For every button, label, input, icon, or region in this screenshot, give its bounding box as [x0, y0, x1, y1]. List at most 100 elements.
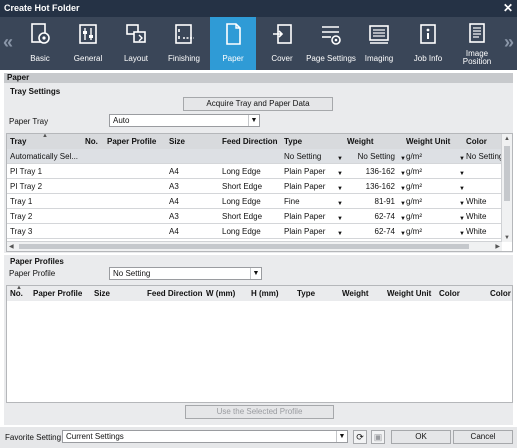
tab-imaging[interactable]: Imaging — [356, 17, 402, 70]
weight-dropdown[interactable]: 136-162 ▼ — [347, 165, 407, 177]
weight-unit-dropdown[interactable]: g/m² ▼ — [406, 225, 466, 237]
type-dropdown[interactable]: Plain Paper ▼ — [284, 165, 344, 177]
sort-asc-icon: ▲ — [42, 133, 48, 139]
col-type[interactable]: Type — [284, 137, 302, 146]
col-paper-profile[interactable]: Paper Profile — [107, 137, 156, 146]
col-no[interactable]: No. — [10, 289, 23, 298]
finishing-icon — [175, 24, 194, 44]
profiles-table-header: ▲ No. Paper Profile Size Feed Direction … — [7, 286, 512, 301]
col-height-mm[interactable]: H (mm) — [251, 289, 279, 298]
cell-color: No Setting — [466, 152, 504, 161]
tab-layout[interactable]: Layout — [113, 17, 159, 70]
tab-general[interactable]: General — [65, 17, 111, 70]
col-color[interactable]: Color — [466, 137, 487, 146]
weight-dropdown[interactable]: No Setting ▼ — [347, 150, 407, 162]
weight-dropdown[interactable]: 62-74 ▼ — [347, 225, 407, 237]
hscroll-thumb[interactable] — [19, 244, 469, 249]
cover-icon — [273, 24, 292, 44]
tray-settings-title: Tray Settings — [10, 87, 61, 96]
footer-bar: Favorite Setting Current Settings ▼ ⟳ ▣ … — [0, 427, 517, 448]
window-title: Create Hot Folder — [4, 3, 80, 13]
table-row[interactable]: PI Tray 2 A3 Short Edge Plain Paper ▼ 136-162… — [7, 179, 512, 194]
title-bar: Create Hot Folder ✕ — [0, 0, 517, 17]
type-dropdown[interactable]: Plain Paper ▼ — [284, 225, 344, 237]
col-tray[interactable]: Tray — [10, 137, 26, 146]
col-type[interactable]: Type — [297, 289, 315, 298]
cancel-button[interactable]: Cancel — [453, 430, 513, 444]
cell-feed-direction: Short Edge — [222, 212, 263, 221]
col-paper-profile[interactable]: Paper Profile — [33, 289, 82, 298]
acquire-tray-button[interactable]: Acquire Tray and Paper Data — [183, 97, 333, 111]
job-info-icon — [420, 24, 436, 44]
tab-job-info[interactable]: Job Info — [405, 17, 451, 70]
tab-cover[interactable]: Cover — [259, 17, 305, 70]
type-dropdown-value: Plain Paper — [284, 212, 326, 221]
scroll-left-small-icon[interactable]: ◀ — [9, 243, 14, 250]
weight-dropdown-value: 62-74 — [374, 227, 395, 236]
paper-tray-select[interactable]: Auto ▼ — [109, 114, 260, 127]
col-no[interactable]: No. — [85, 137, 98, 146]
tray-table-header: ▲ Tray No. Paper Profile Size Feed Direc… — [7, 134, 512, 149]
col-feed-direction[interactable]: Feed Direction — [147, 289, 203, 298]
settings-toolbar: « Basic General Layout Finishing Paper C… — [0, 17, 517, 70]
type-dropdown[interactable]: Fine ▼ — [284, 195, 344, 207]
table-row[interactable]: PI Tray 1 A4 Long Edge Plain Paper ▼ 136-162 ▼… — [7, 164, 512, 179]
table-row[interactable]: Tray 3 A4 Long Edge Plain Paper ▼ 62-74 ▼ g/m² ▼… — [7, 224, 512, 239]
col-weight-unit[interactable]: Weight Unit — [406, 137, 450, 146]
type-dropdown[interactable]: Plain Paper ▼ — [284, 210, 344, 222]
tab-page-settings[interactable]: Page Settings — [306, 17, 356, 70]
paper-profiles-title: Paper Profiles — [10, 257, 64, 266]
weight-unit-dropdown[interactable]: g/m² ▼ — [406, 180, 466, 192]
cell-color: White — [466, 197, 487, 206]
tray-table-vscroll[interactable]: ▲ ▼ — [501, 134, 512, 242]
scroll-down-icon[interactable]: ▼ — [504, 235, 510, 241]
cell-feed-direction: Long Edge — [222, 197, 261, 206]
weight-dropdown[interactable]: 136-162 ▼ — [347, 180, 407, 192]
scroll-thumb[interactable] — [504, 146, 510, 201]
tab-finishing[interactable]: Finishing — [161, 17, 207, 70]
col-weight-unit[interactable]: Weight Unit — [387, 289, 431, 298]
paper-tray-label: Paper Tray — [9, 117, 49, 126]
ok-button[interactable]: OK — [391, 430, 451, 444]
basic-icon — [31, 23, 50, 44]
weight-unit-dropdown[interactable]: g/m² ▼ — [406, 165, 466, 177]
favorite-setting-select[interactable]: Current Settings ▼ — [62, 430, 348, 443]
col-size[interactable]: Size — [94, 289, 110, 298]
scroll-left-icon[interactable]: « — [1, 27, 15, 57]
table-row[interactable]: Tray 1 A4 Long Edge Fine ▼ 81-91 ▼ g/m² ▼ White — [7, 194, 512, 209]
weight-unit-dropdown[interactable]: g/m² ▼ — [406, 150, 466, 162]
paper-profile-select[interactable]: No Setting ▼ — [109, 267, 262, 280]
col-weight[interactable]: Weight — [347, 137, 374, 146]
tab-basic[interactable]: Basic — [17, 17, 63, 70]
table-row[interactable]: Tray 2 A3 Short Edge Plain Paper ▼ 62-74 ▼ g/m²… — [7, 209, 512, 224]
col-weight[interactable]: Weight — [342, 289, 369, 298]
table-row[interactable]: Automatically Sel... No Setting ▼ No Settin… — [7, 149, 512, 164]
save-icon[interactable]: ▣ — [371, 430, 385, 444]
col-color[interactable]: Color — [439, 289, 460, 298]
weight-unit-dropdown[interactable]: g/m² ▼ — [406, 195, 466, 207]
cell-tray: Automatically Sel... — [10, 152, 79, 161]
paper-tray-value: Auto — [113, 116, 130, 125]
col-size[interactable]: Size — [169, 137, 185, 146]
scroll-up-icon[interactable]: ▲ — [504, 136, 510, 142]
tray-table-hscroll[interactable]: ◀ ▶ — [7, 241, 502, 251]
tab-image-position[interactable]: Image Position — [454, 17, 500, 70]
use-selected-profile-button[interactable]: Use the Selected Profile — [185, 405, 334, 419]
weight-unit-dropdown[interactable]: g/m² ▼ — [406, 210, 466, 222]
type-dropdown-value: Plain Paper — [284, 167, 326, 176]
weight-dropdown[interactable]: 81-91 ▼ — [347, 195, 407, 207]
scroll-right-small-icon[interactable]: ▶ — [495, 243, 500, 250]
close-icon[interactable]: ✕ — [503, 1, 513, 15]
weight-dropdown[interactable]: 62-74 ▼ — [347, 210, 407, 222]
tab-paper[interactable]: Paper — [210, 17, 256, 70]
favorite-setting-value: Current Settings — [66, 432, 124, 441]
col-color-name[interactable]: Color N — [490, 289, 512, 298]
type-dropdown[interactable]: Plain Paper ▼ — [284, 180, 344, 192]
type-dropdown[interactable]: No Setting ▼ — [284, 150, 344, 162]
col-width-mm[interactable]: W (mm) — [206, 289, 235, 298]
col-feed-direction[interactable]: Feed Direction — [222, 137, 278, 146]
scroll-right-icon[interactable]: » — [502, 27, 516, 57]
refresh-icon[interactable]: ⟳ — [353, 430, 367, 444]
cell-tray: Tray 3 — [10, 227, 33, 236]
weight-unit-dropdown-value: g/m² — [406, 197, 422, 206]
